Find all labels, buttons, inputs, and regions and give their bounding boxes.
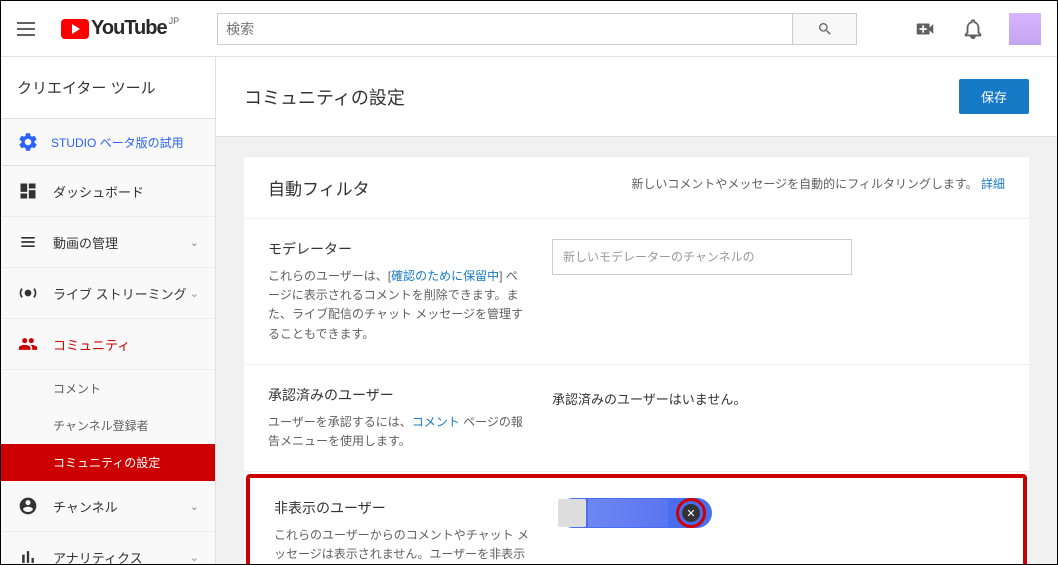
close-icon: ✕ xyxy=(686,507,695,520)
logo-region: JP xyxy=(169,16,180,26)
sidebar-item-label: コミュニティ xyxy=(53,335,199,354)
highlight-ring: ✕ xyxy=(676,498,706,528)
sidebar-studio-label: STUDIO ベータ版の試用 xyxy=(51,134,184,151)
search-button[interactable] xyxy=(793,13,857,45)
youtube-logo[interactable]: YouTube JP xyxy=(61,17,177,40)
sidebar-studio-beta[interactable]: STUDIO ベータ版の試用 xyxy=(1,119,215,166)
details-link[interactable]: 詳細 xyxy=(981,177,1005,191)
chevron-down-icon: ⌄ xyxy=(190,236,199,249)
sidebar-item-label: ダッシュボード xyxy=(53,182,199,201)
chip-name-redacted xyxy=(588,499,668,527)
sidebar-item-dashboard[interactable]: ダッシュボード xyxy=(1,166,215,217)
chevron-down-icon: ⌄ xyxy=(190,287,199,300)
sidebar-item-community[interactable]: コミュニティ xyxy=(1,319,215,370)
avatar[interactable] xyxy=(1009,13,1041,45)
panel-title: 自動フィルタ xyxy=(268,175,370,200)
hidden-users-section: 非表示のユーザー これらのユーザーからのコメントやチャット メッセージは表示され… xyxy=(246,474,1027,564)
approved-empty-text: 承認済みのユーザーはいません。 xyxy=(552,385,1005,408)
gear-icon xyxy=(17,131,39,153)
search-form xyxy=(217,13,857,45)
chevron-down-icon: ⌄ xyxy=(190,500,199,513)
sidebar-item-label: 動画の管理 xyxy=(53,233,190,252)
sidebar-sub-comments[interactable]: コメント xyxy=(1,370,215,407)
live-icon xyxy=(17,282,39,304)
save-button[interactable]: 保存 xyxy=(959,79,1029,114)
sidebar-sub-community-settings[interactable]: コミュニティの設定 xyxy=(1,444,215,481)
community-icon xyxy=(17,333,39,355)
sidebar-item-analytics[interactable]: アナリティクス ⌄ xyxy=(1,532,215,564)
section-help: ユーザーを承認するには、コメント ページの報告メニューを使用します。 xyxy=(268,413,528,451)
moderators-section: モデレーター これらのユーザーは、[確認のために保留中] ページに表示されるコメ… xyxy=(244,219,1029,365)
page-title: コミュニティの設定 xyxy=(244,84,405,110)
sidebar-item-label: ライブ ストリーミング xyxy=(53,284,190,303)
panel-desc: 新しいコメントやメッセージを自動的にフィルタリングします。 詳細 xyxy=(631,175,1005,192)
create-video-icon[interactable] xyxy=(913,17,937,41)
comments-link[interactable]: コメント xyxy=(412,415,460,429)
sidebar-item-videos[interactable]: 動画の管理 ⌄ xyxy=(1,217,215,268)
section-title: 非表示のユーザー xyxy=(274,498,534,518)
approved-users-section: 承認済みのユーザー ユーザーを承認するには、コメント ページの報告メニューを使用… xyxy=(244,365,1029,472)
hidden-user-chip: ✕ xyxy=(558,498,712,528)
videos-icon xyxy=(17,231,39,253)
search-input[interactable] xyxy=(217,13,793,45)
analytics-icon xyxy=(17,546,39,564)
header: YouTube JP xyxy=(1,1,1057,57)
held-for-review-link[interactable]: 確認のために保留中 xyxy=(391,269,499,283)
logo-text: YouTube xyxy=(91,17,167,40)
sidebar-sub-subscribers[interactable]: チャンネル登録者 xyxy=(1,407,215,444)
section-title: 承認済みのユーザー xyxy=(268,385,528,405)
chevron-down-icon: ⌄ xyxy=(190,551,199,564)
sidebar-item-label: チャンネル xyxy=(53,497,190,516)
page-header: コミュニティの設定 保存 xyxy=(216,57,1057,137)
notifications-icon[interactable] xyxy=(961,17,985,41)
menu-icon[interactable] xyxy=(17,17,41,41)
section-help: これらのユーザーからのコメントやチャット メッセージは表示されません。ユーザーを… xyxy=(274,526,534,564)
remove-user-button[interactable]: ✕ xyxy=(682,504,700,522)
search-icon xyxy=(817,21,833,37)
dashboard-icon xyxy=(17,180,39,202)
sidebar-item-label: アナリティクス xyxy=(53,548,190,565)
sidebar-title: クリエイター ツール xyxy=(1,57,215,119)
channel-icon xyxy=(17,495,39,517)
header-actions xyxy=(913,13,1041,45)
sidebar-item-live[interactable]: ライブ ストリーミング ⌄ xyxy=(1,268,215,319)
section-title: モデレーター xyxy=(268,239,528,259)
auto-filter-panel: 自動フィルタ 新しいコメントやメッセージを自動的にフィルタリングします。 詳細 … xyxy=(244,157,1029,564)
play-icon xyxy=(61,19,89,39)
main-content: コミュニティの設定 保存 自動フィルタ 新しいコメントやメッセージを自動的にフィ… xyxy=(216,57,1057,564)
section-help: これらのユーザーは、[確認のために保留中] ページに表示されるコメントを削除でき… xyxy=(268,267,528,344)
moderator-input[interactable]: 新しいモデレーターのチャンネルの xyxy=(552,239,852,275)
sidebar-item-channel[interactable]: チャンネル ⌄ xyxy=(1,481,215,532)
sidebar: クリエイター ツール STUDIO ベータ版の試用 ダッシュボード 動画の管理 … xyxy=(1,57,216,564)
chip-avatar xyxy=(558,499,586,527)
